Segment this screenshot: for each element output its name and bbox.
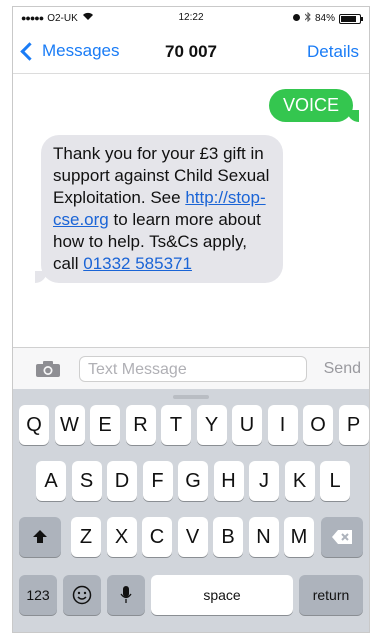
microphone-key[interactable] [107, 575, 145, 615]
key-g[interactable]: G [178, 461, 208, 501]
key-p[interactable]: P [338, 405, 369, 445]
message-link-phone[interactable]: 01332 585371 [83, 254, 192, 273]
emoji-key[interactable] [63, 575, 101, 615]
incoming-message: Thank you for your £3 gift in support ag… [35, 135, 283, 283]
message-input[interactable]: Text Message [79, 356, 307, 382]
key-f[interactable]: F [142, 461, 173, 501]
delete-key[interactable] [321, 517, 363, 557]
outgoing-message: VOICE [268, 89, 360, 122]
key-z[interactable]: Z [71, 517, 101, 557]
key-r[interactable]: R [125, 405, 156, 445]
key-q[interactable]: Q [19, 405, 49, 445]
microphone-icon [120, 586, 132, 603]
battery-icon [339, 13, 363, 24]
key-s[interactable]: S [71, 461, 102, 501]
key-a[interactable]: A [36, 461, 66, 501]
key-k[interactable]: K [284, 461, 315, 501]
key-d[interactable]: D [107, 461, 137, 501]
message-thread[interactable]: VOICE Thank you for your £3 gift in supp… [13, 73, 369, 343]
key-h[interactable]: H [213, 461, 244, 501]
key-c[interactable]: C [142, 517, 172, 557]
details-button[interactable]: Details [307, 42, 359, 62]
key-u[interactable]: U [232, 405, 262, 445]
battery-percent: 84% [314, 13, 335, 24]
key-i[interactable]: I [267, 405, 298, 445]
phone-screen: ●●●●● O2-UK 12:22 84% Messages 70 007 De… [12, 6, 370, 633]
send-button[interactable]: Send [324, 360, 361, 378]
return-key[interactable]: return [299, 575, 363, 615]
numbers-key[interactable]: 123 [19, 575, 57, 615]
composer-bar: Text Message Send [13, 347, 369, 390]
camera-icon[interactable] [35, 360, 61, 378]
space-key[interactable]: space [151, 575, 293, 615]
key-j[interactable]: J [249, 461, 279, 501]
shift-key[interactable] [19, 517, 61, 557]
keyboard: Q W E R T Y U I O P A S D F G H J K L Z X C V B N M 123 space return [13, 389, 369, 632]
key-n[interactable]: N [248, 517, 279, 557]
key-l[interactable]: L [320, 461, 350, 501]
backspace-icon [332, 530, 352, 544]
bluetooth-icon [304, 11, 311, 25]
key-y[interactable]: Y [196, 405, 227, 445]
status-bar: ●●●●● O2-UK 12:22 84% [13, 7, 369, 29]
keyboard-grabber [173, 395, 209, 399]
key-x[interactable]: X [106, 517, 137, 557]
navigation-bar: Messages 70 007 Details [13, 29, 369, 74]
key-v[interactable]: V [177, 517, 208, 557]
key-w[interactable]: W [54, 405, 85, 445]
emoji-icon [72, 585, 92, 605]
shift-icon [33, 530, 47, 543]
key-t[interactable]: T [161, 405, 191, 445]
key-b[interactable]: B [213, 517, 243, 557]
alarm-icon [292, 13, 301, 25]
key-o[interactable]: O [303, 405, 333, 445]
key-m[interactable]: M [284, 517, 314, 557]
key-e[interactable]: E [90, 405, 120, 445]
